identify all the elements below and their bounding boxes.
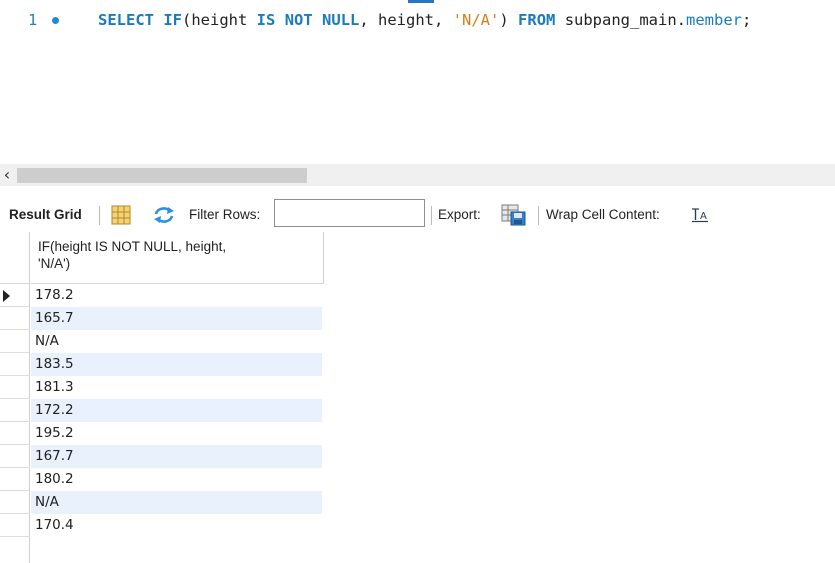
keyword-is: IS xyxy=(256,11,276,29)
row-header[interactable] xyxy=(0,399,30,422)
toolbar-divider xyxy=(538,206,539,225)
toolbar-divider xyxy=(99,206,100,225)
schema-name: subpang_main. xyxy=(555,11,687,29)
table-cell[interactable]: 170.4 xyxy=(31,514,322,537)
table-row[interactable]: 170.4 xyxy=(0,514,835,537)
toolbar-divider xyxy=(431,206,432,225)
table-row[interactable]: 195.2 xyxy=(0,422,835,445)
current-row-arrow-icon xyxy=(3,290,10,302)
table-row[interactable]: 178.2 xyxy=(0,284,835,307)
table-row[interactable]: N/A xyxy=(0,491,835,514)
keyword-if: IF xyxy=(163,11,183,29)
refresh-icon[interactable] xyxy=(152,205,176,228)
table-cell[interactable]: N/A xyxy=(31,491,322,514)
table-row[interactable]: 183.5 xyxy=(0,353,835,376)
table-row[interactable]: 181.3 xyxy=(0,376,835,399)
sql-text: ) xyxy=(499,11,519,29)
keyword-from: FROM xyxy=(518,11,556,29)
table-cell[interactable]: 178.2 xyxy=(31,284,322,307)
export-icon[interactable] xyxy=(501,204,527,229)
row-header[interactable] xyxy=(0,445,30,468)
table-row[interactable]: N/A xyxy=(0,330,835,353)
scroll-left-icon[interactable]: ‹ xyxy=(0,164,14,186)
table-cell[interactable]: 165.7 xyxy=(31,307,322,330)
export-label: Export: xyxy=(438,207,481,222)
table-cell[interactable]: 195.2 xyxy=(31,422,322,445)
keyword-not: NOT xyxy=(284,11,313,29)
row-header[interactable] xyxy=(0,422,30,445)
wrap-text-icon[interactable]: A xyxy=(691,207,709,226)
sql-text: (height xyxy=(182,11,257,29)
scrollbar-thumb[interactable] xyxy=(17,168,307,183)
filter-rows-input[interactable] xyxy=(274,199,425,227)
svg-text:A: A xyxy=(700,211,707,222)
table-cell[interactable]: 180.2 xyxy=(31,468,322,491)
row-header[interactable] xyxy=(0,376,30,399)
keyword-null: NULL xyxy=(322,11,360,29)
row-header[interactable] xyxy=(0,514,30,537)
line-number: 1 xyxy=(28,11,38,29)
result-grid-tab[interactable]: Result Grid xyxy=(9,198,82,232)
table-cell[interactable]: 183.5 xyxy=(31,353,322,376)
code-line[interactable]: 1 SELECT IF(height IS NOT NULL, height, … xyxy=(0,9,835,31)
row-header[interactable] xyxy=(0,468,30,491)
table-row[interactable]: 167.7 xyxy=(0,445,835,468)
column-header[interactable]: IF(height IS NOT NULL, height, 'N/A') xyxy=(31,232,324,284)
result-toolbar: Result Grid Filter Rows: Export: Wrap Ce… xyxy=(0,198,835,232)
row-header[interactable] xyxy=(0,353,30,376)
filter-rows-label: Filter Rows: xyxy=(189,207,261,222)
table-cell[interactable]: 167.7 xyxy=(31,445,322,468)
keyword-select: SELECT xyxy=(98,11,154,29)
result-grid[interactable]: IF(height IS NOT NULL, height, 'N/A') 17… xyxy=(0,232,835,563)
row-header[interactable] xyxy=(0,330,30,353)
row-header[interactable] xyxy=(0,284,30,307)
grid-view-icon[interactable] xyxy=(111,205,131,228)
table-row[interactable]: 172.2 xyxy=(0,399,835,422)
table-cell[interactable]: N/A xyxy=(31,330,322,353)
row-header[interactable] xyxy=(0,491,30,514)
editor-marker xyxy=(408,0,434,3)
table-name: member xyxy=(686,11,743,29)
table-cell[interactable]: 172.2 xyxy=(31,399,322,422)
sql-text: , height, xyxy=(359,11,453,29)
sql-statement[interactable]: SELECT IF(height IS NOT NULL, height, 'N… xyxy=(98,9,751,31)
string-literal: 'N/A' xyxy=(452,11,500,29)
sql-editor[interactable]: 1 SELECT IF(height IS NOT NULL, height, … xyxy=(0,0,835,160)
horizontal-scrollbar[interactable]: ‹ xyxy=(0,164,835,186)
grid-corner[interactable] xyxy=(0,232,30,284)
wrap-cell-content-label: Wrap Cell Content: xyxy=(546,207,660,222)
table-row[interactable]: 165.7 xyxy=(0,307,835,330)
sql-text: ; xyxy=(742,11,752,29)
statement-marker-icon xyxy=(52,17,59,24)
table-cell[interactable]: 181.3 xyxy=(31,376,322,399)
row-header[interactable] xyxy=(0,307,30,330)
table-row[interactable]: 180.2 xyxy=(0,468,835,491)
